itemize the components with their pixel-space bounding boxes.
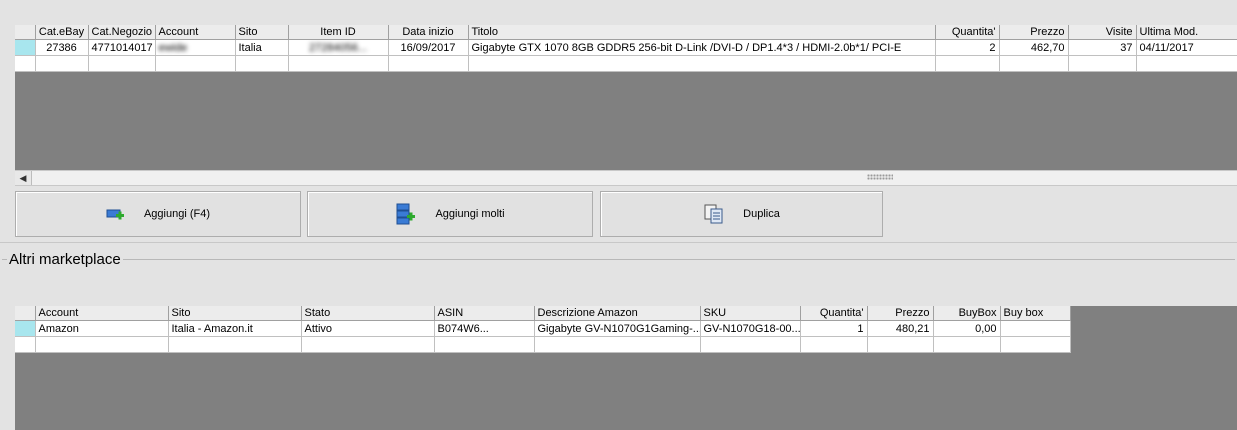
- cell-prezzo[interactable]: 480,21: [867, 320, 934, 337]
- empty-cell[interactable]: [168, 336, 302, 353]
- cell-visite[interactable]: 37: [1068, 39, 1137, 56]
- add-many-icon: [396, 203, 416, 225]
- cell-titolo[interactable]: Gigabyte GTX 1070 8GB GDDR5 256-bit D-Li…: [468, 39, 936, 56]
- altri-marketplace-group: [2, 259, 1235, 261]
- cell-account-text: ewide: [158, 41, 188, 54]
- empty-cell[interactable]: [35, 55, 89, 72]
- cell-quantita[interactable]: 1: [800, 320, 868, 337]
- add-many-button-label: Aggiungi molti: [435, 208, 505, 220]
- col-cat-ebay[interactable]: Cat.eBay: [35, 25, 89, 40]
- add-many-button[interactable]: Aggiungi molti: [307, 191, 593, 237]
- cell-prezzo[interactable]: 462,70: [999, 39, 1069, 56]
- horizontal-scrollbar[interactable]: ◀: [15, 170, 1237, 186]
- add-item-icon: [106, 209, 124, 220]
- empty-cell[interactable]: [288, 55, 389, 72]
- col-prezzo[interactable]: Prezzo: [867, 306, 934, 321]
- table-row-empty[interactable]: [15, 336, 1071, 353]
- empty-cell[interactable]: [155, 55, 236, 72]
- col-account[interactable]: Account: [35, 306, 169, 321]
- scroll-left-icon[interactable]: ◀: [15, 171, 32, 185]
- empty-cell[interactable]: [434, 336, 535, 353]
- duplicate-button-label: Duplica: [743, 208, 780, 220]
- cell-sku-text: GV-N1070G18-00...: [703, 322, 800, 335]
- col-quantita[interactable]: Quantita': [800, 306, 868, 321]
- cell-ultima-mod[interactable]: 04/11/2017: [1136, 39, 1237, 56]
- scroll-grip-icon[interactable]: [867, 174, 893, 180]
- cell-asin[interactable]: B074W6...: [434, 320, 535, 337]
- ebay-grid-area: Cat.eBay Cat.Negozio Account Sito Item I…: [15, 25, 1237, 170]
- table-row[interactable]: 27386 4771014017 ewide Italia 27284056..…: [15, 39, 1237, 56]
- col-quantita[interactable]: Quantita': [935, 25, 1000, 40]
- empty-cell[interactable]: [35, 336, 169, 353]
- duplicate-icon: [704, 204, 723, 224]
- cell-stato[interactable]: Attivo: [301, 320, 435, 337]
- col-buy-box[interactable]: Buy box: [1000, 306, 1071, 321]
- cell-account[interactable]: ewide: [155, 39, 236, 56]
- cell-cat-negozio[interactable]: 4771014017: [88, 39, 156, 56]
- col-visite[interactable]: Visite: [1068, 25, 1137, 40]
- empty-cell[interactable]: [867, 336, 934, 353]
- cell-buybox[interactable]: 0,00: [933, 320, 1001, 337]
- col-sito[interactable]: Sito: [235, 25, 289, 40]
- col-sito[interactable]: Sito: [168, 306, 302, 321]
- cell-item-id-text: 27284056...: [308, 41, 368, 54]
- col-account[interactable]: Account: [155, 25, 236, 40]
- col-sku[interactable]: SKU: [700, 306, 801, 321]
- duplicate-button[interactable]: Duplica: [600, 191, 883, 237]
- cell-sito[interactable]: Italia - Amazon.it: [168, 320, 302, 337]
- row-selector-header: [15, 25, 36, 40]
- cell-item-id[interactable]: 27284056...: [288, 39, 389, 56]
- empty-cell[interactable]: [800, 336, 868, 353]
- row-selector[interactable]: [15, 336, 36, 353]
- row-selector[interactable]: [15, 55, 36, 72]
- cell-account[interactable]: Amazon: [35, 320, 169, 337]
- empty-cell[interactable]: [700, 336, 801, 353]
- cell-cat-ebay[interactable]: 27386: [35, 39, 89, 56]
- col-prezzo[interactable]: Prezzo: [999, 25, 1069, 40]
- col-titolo[interactable]: Titolo: [468, 25, 936, 40]
- empty-cell[interactable]: [468, 55, 936, 72]
- col-data-inizio[interactable]: Data inizio: [388, 25, 469, 40]
- cell-buy-box[interactable]: [1000, 320, 1071, 337]
- cell-asin-text: B074W6...: [437, 322, 489, 335]
- table-row[interactable]: Amazon Italia - Amazon.it Attivo B074W6.…: [15, 320, 1071, 337]
- empty-cell[interactable]: [88, 55, 156, 72]
- col-ultima-mod[interactable]: Ultima Mod.: [1136, 25, 1237, 40]
- marketplace-table: Account Sito Stato ASIN Descrizione Amaz…: [15, 306, 1071, 353]
- empty-cell[interactable]: [1136, 55, 1237, 72]
- row-selector-header: [15, 306, 36, 321]
- marketplace-header-row: Account Sito Stato ASIN Descrizione Amaz…: [15, 306, 1071, 321]
- col-buybox[interactable]: BuyBox: [933, 306, 1001, 321]
- empty-cell[interactable]: [999, 55, 1069, 72]
- add-button-label: Aggiungi (F4): [143, 208, 211, 220]
- add-button[interactable]: Aggiungi (F4): [15, 191, 301, 237]
- separator: [0, 242, 1237, 243]
- col-stato[interactable]: Stato: [301, 306, 435, 321]
- col-descrizione-amazon[interactable]: Descrizione Amazon: [534, 306, 701, 321]
- empty-cell[interactable]: [235, 55, 289, 72]
- marketplace-grid-area: Account Sito Stato ASIN Descrizione Amaz…: [15, 306, 1237, 430]
- cell-quantita[interactable]: 2: [935, 39, 1000, 56]
- ebay-listing-table: Cat.eBay Cat.Negozio Account Sito Item I…: [15, 25, 1237, 72]
- cell-data-inizio[interactable]: 16/09/2017: [388, 39, 469, 56]
- empty-cell[interactable]: [1000, 336, 1071, 353]
- group-title: Altri marketplace: [7, 251, 123, 268]
- cell-descrizione[interactable]: Gigabyte GV-N1070G1Gaming-...: [534, 320, 701, 337]
- cell-sito[interactable]: Italia: [235, 39, 289, 56]
- empty-cell[interactable]: [534, 336, 701, 353]
- empty-cell[interactable]: [1068, 55, 1137, 72]
- cell-sku[interactable]: GV-N1070G18-00...: [700, 320, 801, 337]
- empty-cell[interactable]: [388, 55, 469, 72]
- col-item-id[interactable]: Item ID: [288, 25, 389, 40]
- row-selector[interactable]: [15, 39, 36, 56]
- col-asin[interactable]: ASIN: [434, 306, 535, 321]
- col-cat-negozio[interactable]: Cat.Negozio: [88, 25, 156, 40]
- row-selector[interactable]: [15, 320, 36, 337]
- empty-cell[interactable]: [301, 336, 435, 353]
- empty-cell[interactable]: [933, 336, 1001, 353]
- empty-cell[interactable]: [935, 55, 1000, 72]
- table-row-empty[interactable]: [15, 55, 1237, 72]
- ebay-header-row: Cat.eBay Cat.Negozio Account Sito Item I…: [15, 25, 1237, 40]
